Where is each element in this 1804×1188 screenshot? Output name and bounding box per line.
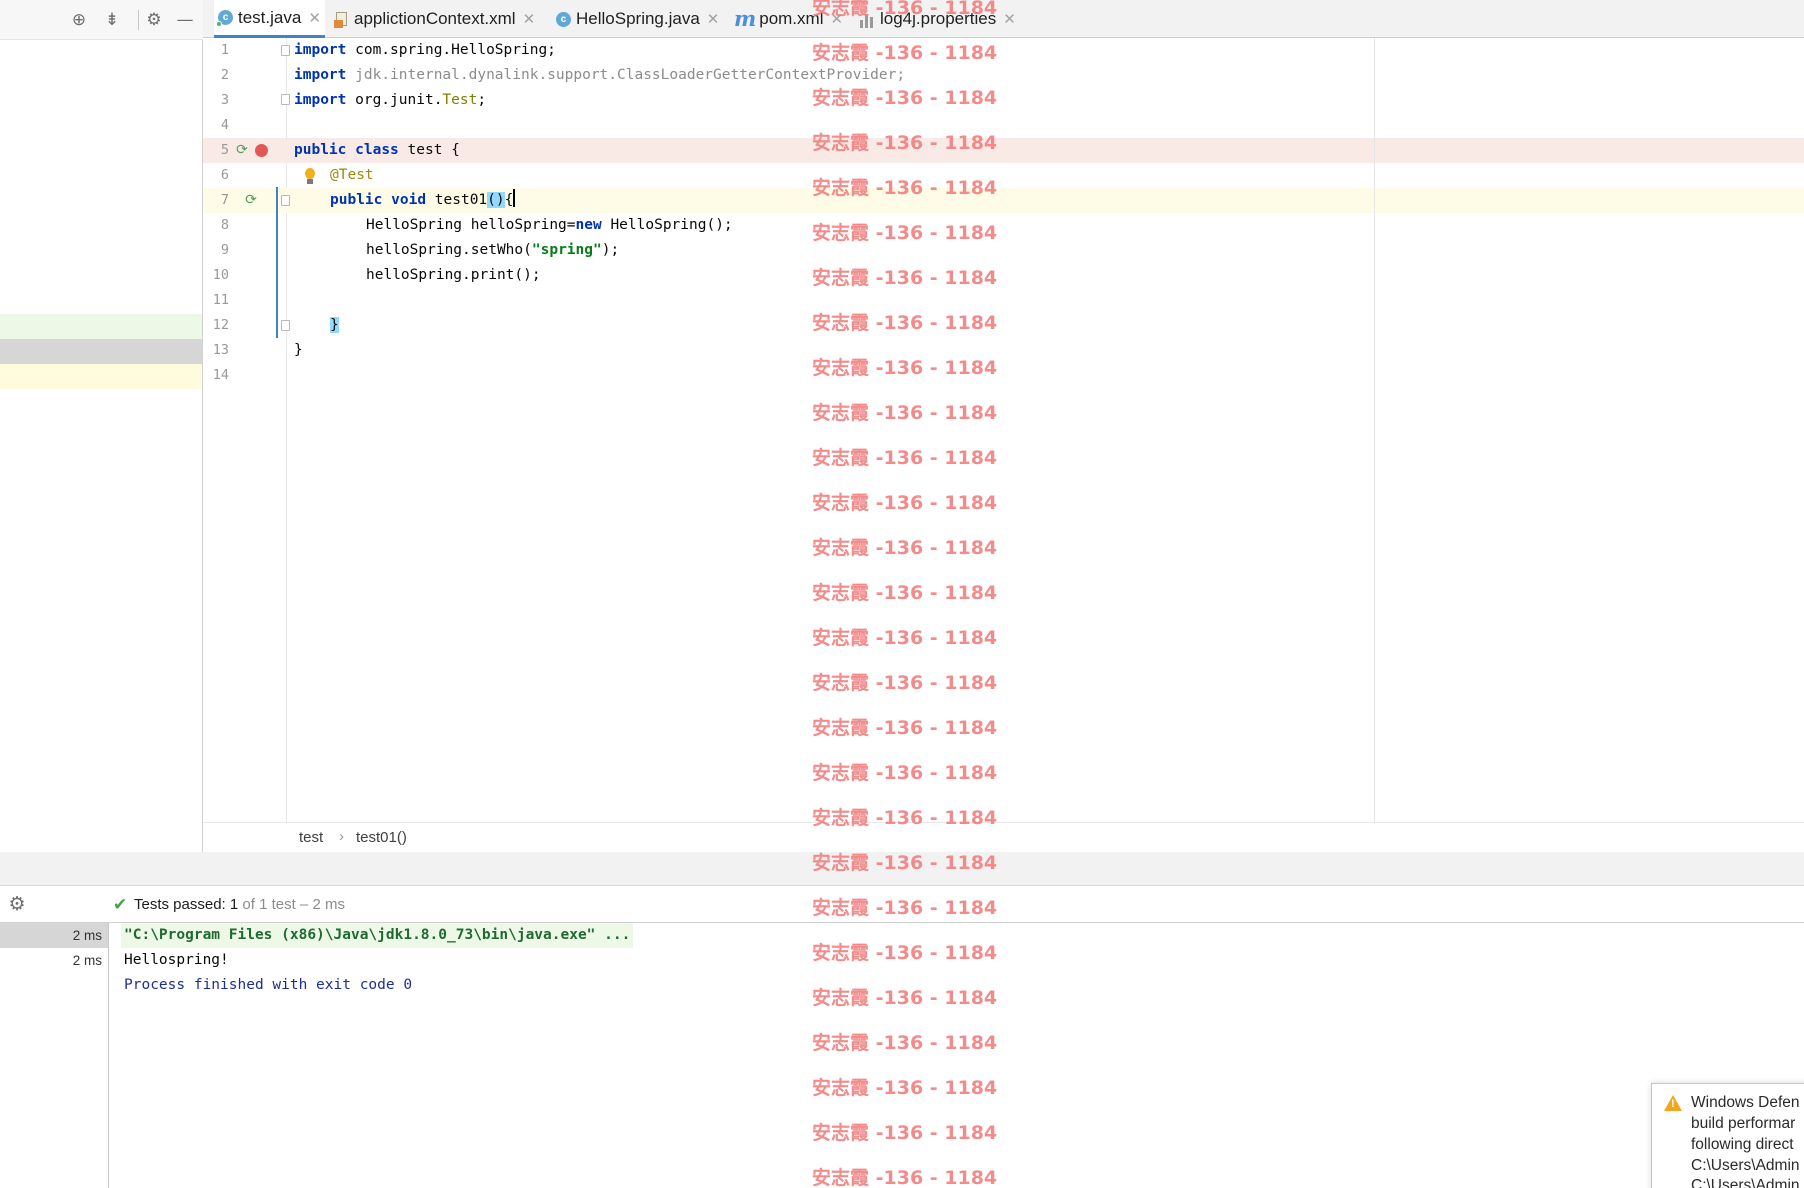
fold-icon[interactable] <box>281 45 290 56</box>
java-class-icon: c <box>216 10 233 27</box>
console-command-line: "C:\Program Files (x86)\Java\jdk1.8.0_73… <box>121 923 634 948</box>
editor-tab-bar: c test.java ✕ applictionContext.xml ✕ c … <box>203 0 1804 38</box>
line-number: 12 <box>212 317 229 333</box>
tab-pom-xml[interactable]: m pom.xml ✕ <box>734 0 843 38</box>
run-test-icon[interactable]: ⟳ <box>234 142 250 158</box>
test-tree-row[interactable]: 2 ms <box>0 948 108 973</box>
close-icon[interactable]: ✕ <box>1003 10 1016 28</box>
test-tree-row-selected[interactable]: 2 ms <box>0 923 108 948</box>
fold-icon[interactable] <box>281 94 290 105</box>
line-number: 4 <box>220 117 229 133</box>
code-line: } <box>294 342 303 358</box>
notification-line: C:\Users\Admin <box>1691 1177 1800 1188</box>
close-icon[interactable]: ✕ <box>308 9 321 27</box>
fold-icon[interactable] <box>281 320 290 331</box>
run-test-icon[interactable]: ⟳ <box>243 192 259 208</box>
properties-file-icon <box>859 11 875 28</box>
line-number: 10 <box>212 267 229 283</box>
tab-label: HelloSpring.java <box>576 9 700 28</box>
breadcrumb-class[interactable]: test <box>299 829 323 846</box>
close-icon[interactable]: ✕ <box>830 10 843 28</box>
tab-appliction-context-xml[interactable]: applictionContext.xml ✕ <box>334 0 535 38</box>
project-panel: ⊕ ⇟ ⚙ — <box>0 0 203 852</box>
console-output[interactable]: "C:\Program Files (x86)\Java\jdk1.8.0_73… <box>110 923 1804 1188</box>
settings-icon[interactable]: ⚙ <box>143 9 165 31</box>
code-line: helloSpring.setWho("spring"); <box>366 242 620 258</box>
close-icon[interactable]: ✕ <box>523 10 536 28</box>
console-exit-line: Process finished with exit code 0 <box>124 977 413 993</box>
line-number: 5 <box>220 142 229 158</box>
tab-label: pom.xml <box>759 9 824 28</box>
console-output-line: Hellospring! <box>124 952 229 968</box>
line-number: 1 <box>220 42 229 58</box>
code-line: HelloSpring helloSpring=new HelloSpring(… <box>366 217 733 233</box>
tab-label: applictionContext.xml <box>354 9 516 28</box>
notification-line: following direct <box>1691 1136 1794 1153</box>
line-number: 14 <box>212 367 229 383</box>
locate-icon[interactable]: ⊕ <box>68 9 90 31</box>
project-toolbar: ⊕ ⇟ ⚙ — <box>0 0 203 40</box>
line-number: 11 <box>212 292 229 308</box>
line-number: 7 <box>220 192 229 208</box>
check-icon: ✔ <box>113 895 128 915</box>
tab-test-java[interactable]: c test.java ✕ <box>214 0 325 38</box>
intention-bulb-icon[interactable] <box>303 168 317 186</box>
maven-icon: m <box>734 6 757 31</box>
notification-line: build performar <box>1691 1115 1796 1132</box>
xml-file-icon <box>334 11 349 28</box>
line-number: 8 <box>220 217 229 233</box>
code-line: @Test <box>330 167 374 183</box>
scope-indicator <box>276 187 278 338</box>
text-caret <box>513 189 516 207</box>
line-number: 6 <box>220 167 229 183</box>
code-line: public class test { <box>294 142 460 158</box>
breakpoint-icon[interactable] <box>255 144 268 157</box>
line-number: 13 <box>212 342 229 358</box>
settings-icon[interactable]: ⚙ <box>6 893 28 915</box>
project-tree-row-selected[interactable] <box>0 339 202 364</box>
tab-label: test.java <box>238 7 302 27</box>
breadcrumb-method[interactable]: test01() <box>356 829 407 846</box>
collapse-all-icon[interactable]: ⇟ <box>101 9 123 31</box>
close-icon[interactable]: ✕ <box>707 10 720 28</box>
notification-line: C:\Users\Admin <box>1691 1157 1800 1174</box>
tab-label: log4j.properties <box>880 9 997 28</box>
minimize-icon[interactable]: — <box>174 9 196 31</box>
breadcrumb: test › test01() <box>203 822 1804 852</box>
code-line: } <box>330 317 339 333</box>
project-tree-row[interactable] <box>0 314 202 339</box>
line-number: 2 <box>220 67 229 83</box>
breadcrumb-separator: › <box>339 828 344 845</box>
line-number: 9 <box>220 242 229 258</box>
right-margin-guide <box>1374 38 1375 822</box>
project-tree-row[interactable] <box>0 364 202 389</box>
code-line: import jdk.internal.dynalink.support.Cla… <box>294 67 906 83</box>
code-line: import com.spring.HelloSpring; <box>294 42 556 58</box>
run-tool-window-header <box>0 852 1804 886</box>
fold-icon[interactable] <box>281 195 290 206</box>
line-number: 3 <box>220 92 229 108</box>
test-tree: 2 ms 2 ms <box>0 923 109 1188</box>
code-line: helloSpring.print(); <box>366 267 541 283</box>
test-status: Tests passed: 1 of 1 test – 2 ms <box>134 896 345 913</box>
code-line: import org.junit.Test; <box>294 92 487 108</box>
code-line: public void test01(){ <box>330 188 516 213</box>
tab-hellospring-java[interactable]: c HelloSpring.java ✕ <box>556 0 719 38</box>
tab-log4j-properties[interactable]: log4j.properties ✕ <box>859 0 1016 38</box>
test-results-toolbar: ⚙ ✔ Tests passed: 1 of 1 test – 2 ms <box>0 887 1804 923</box>
java-class-icon: c <box>556 11 571 27</box>
toolbar-divider <box>138 10 139 30</box>
notification-line: Windows Defen <box>1691 1094 1800 1111</box>
warning-icon: ! <box>1664 1095 1682 1111</box>
windows-defender-notification[interactable]: ! Windows Defen build performar followin… <box>1651 1083 1804 1188</box>
